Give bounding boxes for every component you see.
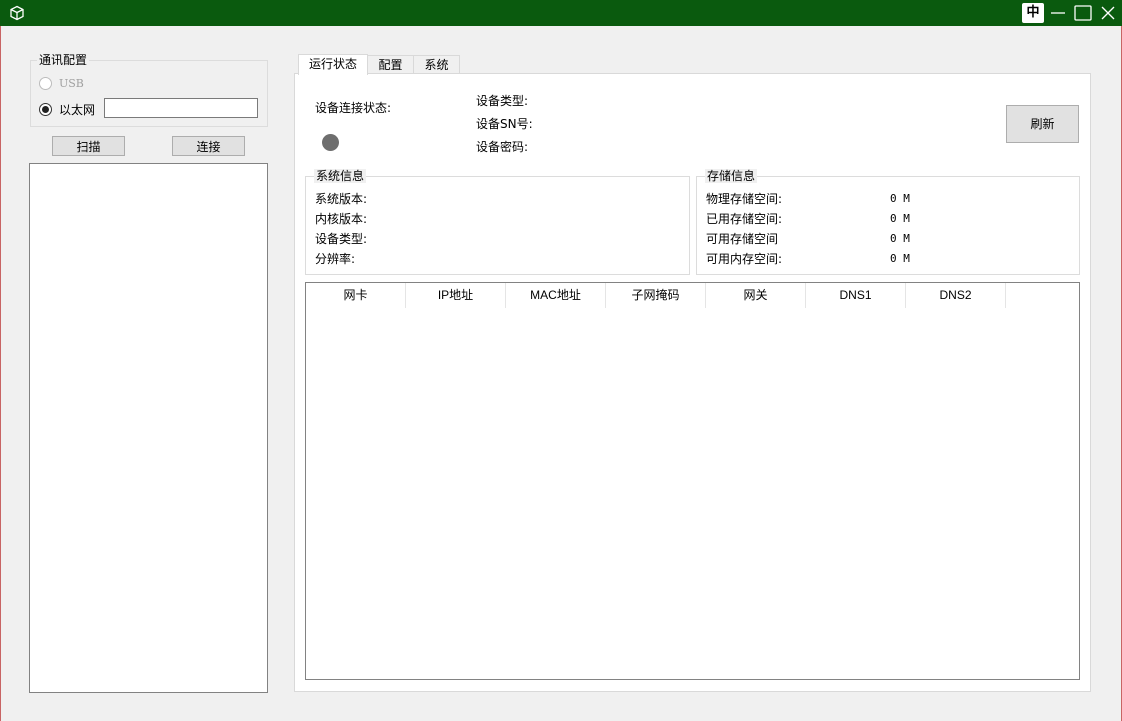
scan-button[interactable]: 扫描 [52, 136, 125, 156]
device-password-label: 设备密码: [476, 140, 529, 154]
column-header-ip[interactable]: IP地址 [406, 283, 506, 308]
minimize-icon[interactable] [1048, 4, 1068, 22]
tab-system[interactable]: 系统 [413, 55, 460, 75]
device-list[interactable] [29, 163, 268, 693]
refresh-button[interactable]: 刷新 [1006, 105, 1079, 143]
available-memory-label: 可用内存空间: [706, 252, 783, 266]
close-icon[interactable] [1098, 4, 1118, 22]
ethernet-radio-option[interactable]: 以太网 [39, 101, 95, 118]
network-table[interactable]: 网卡 IP地址 MAC地址 子网掩码 网关 DNS1 DNS2 [305, 282, 1080, 680]
column-header-subnet[interactable]: 子网掩码 [606, 283, 706, 308]
network-table-header: 网卡 IP地址 MAC地址 子网掩码 网关 DNS1 DNS2 [306, 283, 1006, 308]
ime-indicator[interactable]: 中 [1022, 3, 1044, 23]
physical-storage-label: 物理存储空间: [706, 192, 783, 206]
device-sn-label: 设备SN号: [476, 117, 533, 131]
column-header-mac[interactable]: MAC地址 [506, 283, 606, 308]
connect-button[interactable]: 连接 [172, 136, 245, 156]
window-border-left [0, 26, 1, 721]
resolution-label: 分辨率: [315, 252, 356, 266]
comm-config-legend: 通讯配置 [37, 53, 90, 67]
tab-run-status[interactable]: 运行状态 [298, 54, 368, 75]
used-storage-label: 已用存储空间: [706, 212, 783, 226]
system-device-type-label: 设备类型: [315, 232, 368, 246]
column-header-nic[interactable]: 网卡 [306, 283, 406, 308]
available-memory-value: 0 M [890, 252, 910, 265]
available-storage-value: 0 M [890, 232, 910, 245]
connection-status-indicator [322, 134, 339, 151]
available-storage-label: 可用存储空间 [706, 232, 779, 246]
cube-icon [10, 5, 24, 21]
ethernet-radio[interactable] [39, 103, 52, 116]
system-info-legend: 系统信息 [314, 169, 367, 183]
tab-config[interactable]: 配置 [367, 55, 414, 75]
usb-radio[interactable] [39, 77, 52, 90]
title-bar: 中 [0, 0, 1122, 26]
kernel-version-label: 内核版本: [315, 212, 368, 226]
ethernet-label: 以太网 [59, 103, 96, 117]
physical-storage-value: 0 M [890, 192, 910, 205]
column-header-dns1[interactable]: DNS1 [806, 283, 906, 308]
usb-label: USB [59, 77, 84, 90]
storage-info-legend: 存储信息 [705, 169, 758, 183]
column-header-gateway[interactable]: 网关 [706, 283, 806, 308]
column-header-dns2[interactable]: DNS2 [906, 283, 1006, 308]
device-type-label: 设备类型: [476, 94, 529, 108]
ip-address-input[interactable] [104, 98, 258, 118]
connection-status-label: 设备连接状态: [315, 101, 392, 115]
used-storage-value: 0 M [890, 212, 910, 225]
maximize-icon[interactable] [1073, 4, 1093, 22]
system-version-label: 系统版本: [315, 192, 368, 206]
usb-radio-option[interactable]: USB [39, 77, 84, 90]
